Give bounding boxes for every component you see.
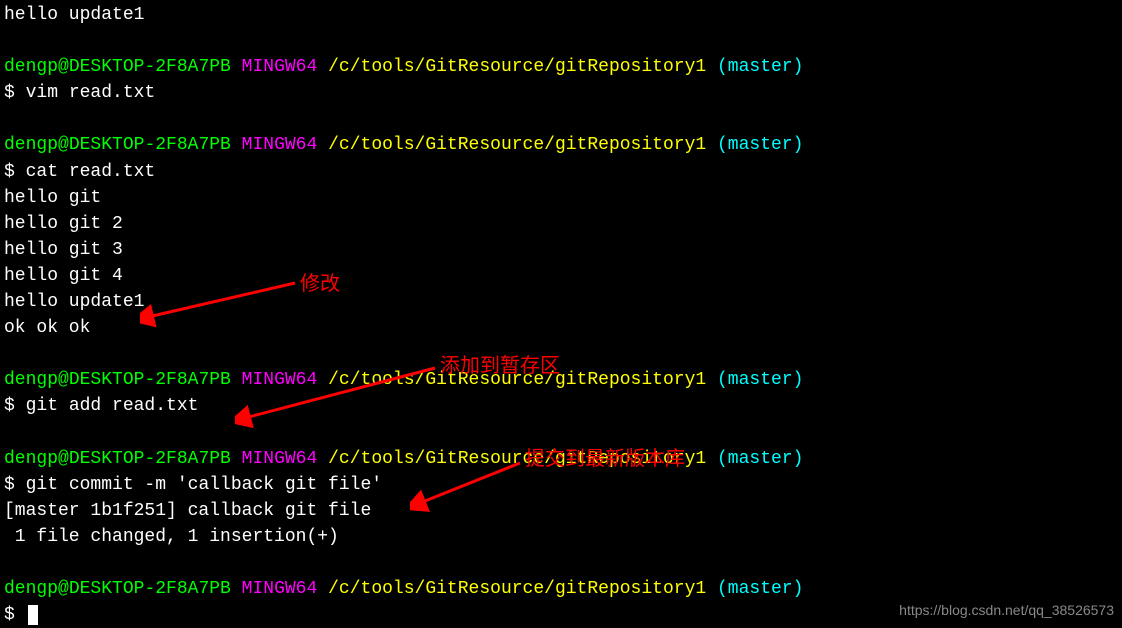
at-text: @ xyxy=(58,449,69,469)
at-text: @ xyxy=(58,370,69,390)
branch-text: (master) xyxy=(717,135,803,155)
env-text: MINGW64 xyxy=(242,579,318,599)
output-line: 1 file changed, 1 insertion(+) xyxy=(4,524,1118,550)
prompt-line: dengp@DESKTOP-2F8A7PB MINGW64 /c/tools/G… xyxy=(4,576,1118,602)
command-line: $ git add read.txt xyxy=(4,393,1118,419)
branch-text: (master) xyxy=(717,449,803,469)
host-text: DESKTOP-2F8A7PB xyxy=(69,57,231,77)
dollar-sign: $ xyxy=(4,475,26,495)
dollar-sign: $ xyxy=(4,605,26,625)
dollar-sign: $ xyxy=(4,396,26,416)
env-text: MINGW64 xyxy=(242,449,318,469)
prompt-line: dengp@DESKTOP-2F8A7PB MINGW64 /c/tools/G… xyxy=(4,132,1118,158)
user-text: dengp xyxy=(4,57,58,77)
dollar-sign: $ xyxy=(4,162,26,182)
output-line: hello git 3 xyxy=(4,237,1118,263)
user-text: dengp xyxy=(4,370,58,390)
env-text: MINGW64 xyxy=(242,370,318,390)
blank-line xyxy=(4,28,1118,54)
output-line: hello update1 xyxy=(4,2,1118,28)
user-text: dengp xyxy=(4,449,58,469)
terminal-output[interactable]: hello update1 dengp@DESKTOP-2F8A7PB MING… xyxy=(4,2,1118,628)
user-text: dengp xyxy=(4,135,58,155)
output-line: hello git xyxy=(4,185,1118,211)
user-text: dengp xyxy=(4,579,58,599)
output-line: ok ok ok xyxy=(4,315,1118,341)
at-text: @ xyxy=(58,57,69,77)
env-text: MINGW64 xyxy=(242,57,318,77)
output-line: hello update1 xyxy=(4,289,1118,315)
host-text: DESKTOP-2F8A7PB xyxy=(69,449,231,469)
blank-line xyxy=(4,550,1118,576)
command-line: $ vim read.txt xyxy=(4,80,1118,106)
branch-text: (master) xyxy=(717,579,803,599)
path-text: /c/tools/GitResource/gitRepository1 xyxy=(328,370,706,390)
at-text: @ xyxy=(58,135,69,155)
command-text: git add read.txt xyxy=(26,396,199,416)
command-text: cat read.txt xyxy=(26,162,156,182)
host-text: DESKTOP-2F8A7PB xyxy=(69,579,231,599)
dollar-sign: $ xyxy=(4,83,26,103)
command-line: $ git commit -m 'callback git file' xyxy=(4,472,1118,498)
output-line: [master 1b1f251] callback git file xyxy=(4,498,1118,524)
prompt-line: dengp@DESKTOP-2F8A7PB MINGW64 /c/tools/G… xyxy=(4,54,1118,80)
prompt-line: dengp@DESKTOP-2F8A7PB MINGW64 /c/tools/G… xyxy=(4,367,1118,393)
command-text: git commit -m 'callback git file' xyxy=(26,475,382,495)
prompt-line: dengp@DESKTOP-2F8A7PB MINGW64 /c/tools/G… xyxy=(4,446,1118,472)
output-line: hello git 2 xyxy=(4,211,1118,237)
path-text: /c/tools/GitResource/gitRepository1 xyxy=(328,579,706,599)
command-text: vim read.txt xyxy=(26,83,156,103)
branch-text: (master) xyxy=(717,57,803,77)
blank-line xyxy=(4,341,1118,367)
command-line: $ cat read.txt xyxy=(4,159,1118,185)
output-line: hello git 4 xyxy=(4,263,1118,289)
host-text: DESKTOP-2F8A7PB xyxy=(69,135,231,155)
path-text: /c/tools/GitResource/gitRepository1 xyxy=(328,57,706,77)
host-text: DESKTOP-2F8A7PB xyxy=(69,370,231,390)
blank-line xyxy=(4,420,1118,446)
env-text: MINGW64 xyxy=(242,135,318,155)
path-text: /c/tools/GitResource/gitRepository1 xyxy=(328,449,706,469)
cursor-icon xyxy=(28,605,38,625)
blank-line xyxy=(4,106,1118,132)
at-text: @ xyxy=(58,579,69,599)
branch-text: (master) xyxy=(717,370,803,390)
watermark-text: https://blog.csdn.net/qq_38526573 xyxy=(899,600,1114,620)
path-text: /c/tools/GitResource/gitRepository1 xyxy=(328,135,706,155)
